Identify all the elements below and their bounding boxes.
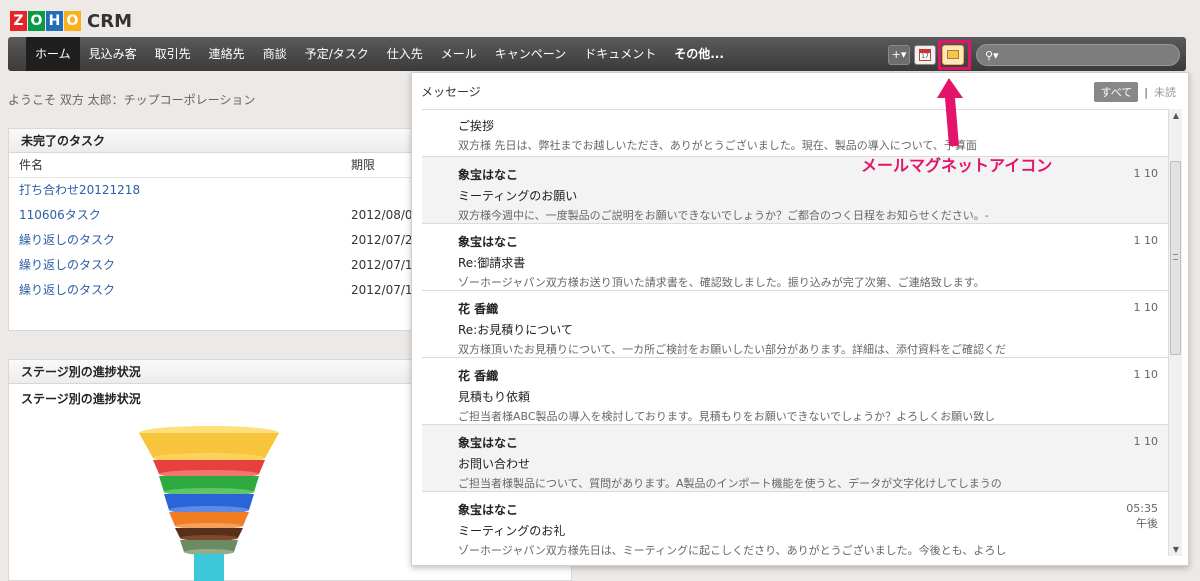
message-subject: Re:お見積りについて [458,323,573,337]
message-date: 1 10 [1133,301,1159,314]
message-subject: ミーティングのお願い [458,189,578,203]
zoho-logo-mark: Z O H O [10,11,81,31]
message-item[interactable]: 花 香織 見積もり依頼 ご担当者様ABC製品の導入を検討しております。見積もりを… [422,358,1168,425]
message-dropdown-title: メッセージ [421,85,481,99]
message-dropdown: メッセージ すべて | 未読 ご挨拶 双方様 先日は、弊社までお越しいただき、あ… [411,72,1189,566]
nav-tab-mail[interactable]: メール [432,37,486,71]
nav-tab-documents[interactable]: ドキュメント [575,37,665,71]
table-row[interactable]: 繰り返しのタスク 2012/07/2 [9,228,427,253]
nav-tab-leads[interactable]: 見込み客 [80,37,146,71]
scroll-up-arrow-icon[interactable]: ▲ [1171,111,1181,120]
message-sender: 象宝はなこ [458,436,519,450]
mail-icon-highlight-box [938,40,971,70]
filter-separator: | [1144,85,1148,99]
search-input[interactable]: ⚲▾ [976,44,1180,66]
scrollbar-thumb[interactable] [1170,161,1181,355]
nav-tab-vendors[interactable]: 仕入先 [378,37,432,71]
task-link[interactable]: 繰り返しのタスク [9,278,351,303]
message-subject: ミーティングのお礼 [458,524,566,538]
message-preview: ご担当者様ABC製品の導入を検討しております。見積もりをお願いできないでしょうか… [458,410,996,423]
message-preview: ゾーホージャパン双方様先日は、ミーティングに起こしくださり、ありがとうございまし… [458,544,1007,556]
grip-icon [1173,254,1178,260]
annotation-arrow-icon [937,78,963,146]
nav-tab-more[interactable]: その他... [665,37,733,71]
task-link[interactable]: 繰り返しのタスク [9,228,351,253]
nav-tab-activities[interactable]: 予定/タスク [296,37,378,71]
scroll-down-arrow-icon[interactable]: ▼ [1171,545,1181,554]
message-date: 1 10 [1133,167,1159,180]
nav-tab-deals[interactable]: 商談 [254,37,296,71]
message-preview: 双方様 先日は、弊社までお越しいただき、ありがとうございました。現在、製品の導入… [458,139,977,152]
message-filter: すべて | 未読 [1094,82,1176,102]
message-item[interactable]: 象宝はなこ ミーティングのお願い 双方様今週中に、一度製品のご説明をお願いできな… [422,157,1168,224]
task-due: 2012/08/0 [351,208,413,222]
column-header-subject: 件名 [19,158,44,172]
annotation-label: メールマグネットアイコン [861,156,1053,175]
message-item[interactable]: ご挨拶 双方様 先日は、弊社までお越しいただき、ありがとうございました。現在、製… [422,110,1168,157]
message-date: 1 10 [1133,368,1159,381]
logo-letter: O [64,11,81,31]
message-date: 05:35 午後 [1126,502,1158,530]
calendar-icon: 17 [919,49,931,61]
nav-tab-campaigns[interactable]: キャンペーン [486,37,575,71]
funnel-spout [194,554,224,581]
column-header-due: 期限 [351,158,376,172]
task-link[interactable]: 110606タスク [9,203,351,228]
task-due: 2012/07/1 [351,258,413,272]
message-preview: 双方様頂いたお見積りについて、一カ所ご検討をお願いしたい部分があります。詳細は、… [458,343,1007,356]
message-sender: 象宝はなこ [458,235,519,249]
logo-product-name: CRM [87,10,132,32]
message-list: ご挨拶 双方様 先日は、弊社までお越しいただき、ありがとうございました。現在、製… [422,109,1168,556]
message-list-scrollbar[interactable]: ▲ ▼ [1168,109,1182,556]
filter-unread-button[interactable]: 未読 [1154,84,1176,100]
search-icon: ⚲▾ [985,48,999,62]
message-subject: 見積もり依頼 [458,390,531,404]
message-preview: ゾーホージャパン双方様お送り頂いた請求書を、確認致しました。振り込みが完了次第、… [458,276,985,289]
task-link[interactable]: 打ち合わせ20121218 [9,178,351,203]
message-subject: お問い合わせ [458,457,531,471]
message-preview: ご担当者様製品について、質問があります。A製品のインポート機能を使うと、データが… [458,477,1002,490]
logo-letter: O [28,11,45,31]
message-sender: 象宝はなこ [458,503,519,517]
calendar-button[interactable]: 17 [914,45,936,65]
task-due: 2012/07/1 [351,283,413,297]
zoho-crm-logo[interactable]: Z O H O CRM [10,8,132,34]
main-nav: ホーム 見込み客 取引先 連絡先 商談 予定/タスク 仕入先 メール キャンペー… [26,37,733,71]
table-row[interactable]: 繰り返しのタスク 2012/07/1 [9,253,427,278]
table-row[interactable]: 繰り返しのタスク 2012/07/1 [9,278,427,303]
task-link[interactable]: 繰り返しのタスク [9,253,351,278]
panel-title: 未完了のタスク [9,129,427,153]
quick-create-button[interactable]: +▾ [888,45,910,65]
message-item[interactable]: 花 香織 Re:お見積りについて 双方様頂いたお見積りについて、一カ所ご検討をお… [422,291,1168,358]
welcome-text: ようこそ 双方 太郎：チップコーポレーション [8,93,256,107]
table-row[interactable]: 打ち合わせ20121218 [9,178,427,203]
message-date: 1 10 [1133,435,1159,448]
nav-tab-accounts[interactable]: 取引先 [146,37,200,71]
funnel-chart[interactable] [137,422,287,581]
message-sender: 花 香織 [458,369,499,383]
logo-letter: H [46,11,63,31]
logo-letter: Z [10,11,27,31]
message-item[interactable]: 象宝はなこ ミーティングのお礼 ゾーホージャパン双方様先日は、ミーティングに起こ… [422,492,1168,556]
message-item[interactable]: 象宝はなこ Re:御請求書 ゾーホージャパン双方様お送り頂いた請求書を、確認致し… [422,224,1168,291]
message-sender: 象宝はなこ [458,168,519,182]
table-row[interactable]: 110606タスク 2012/08/0 [9,203,427,228]
filter-all-button[interactable]: すべて [1094,82,1139,102]
table-header: 件名 期限 [9,153,427,178]
message-sender: 花 香織 [458,302,499,316]
message-subject: ご挨拶 [458,119,495,133]
top-nav-bar: ホーム 見込み客 取引先 連絡先 商談 予定/タスク 仕入先 メール キャンペー… [8,37,1186,71]
message-preview: 双方様今週中に、一度製品のご説明をお願いできないでしょうか？ご都合のつく日程をお… [458,209,989,222]
nav-tab-contacts[interactable]: 連絡先 [200,37,254,71]
message-date: 1 10 [1133,234,1159,247]
nav-tab-home[interactable]: ホーム [26,37,80,71]
message-item[interactable]: 象宝はなこ お問い合わせ ご担当者様製品について、質問があります。A製品のインポ… [422,425,1168,492]
task-due: 2012/07/2 [351,233,413,247]
message-subject: Re:御請求書 [458,256,526,270]
open-tasks-panel: 未完了のタスク 件名 期限 打ち合わせ20121218 110606タスク 20… [8,128,428,331]
plus-icon: +▾ [891,48,907,61]
